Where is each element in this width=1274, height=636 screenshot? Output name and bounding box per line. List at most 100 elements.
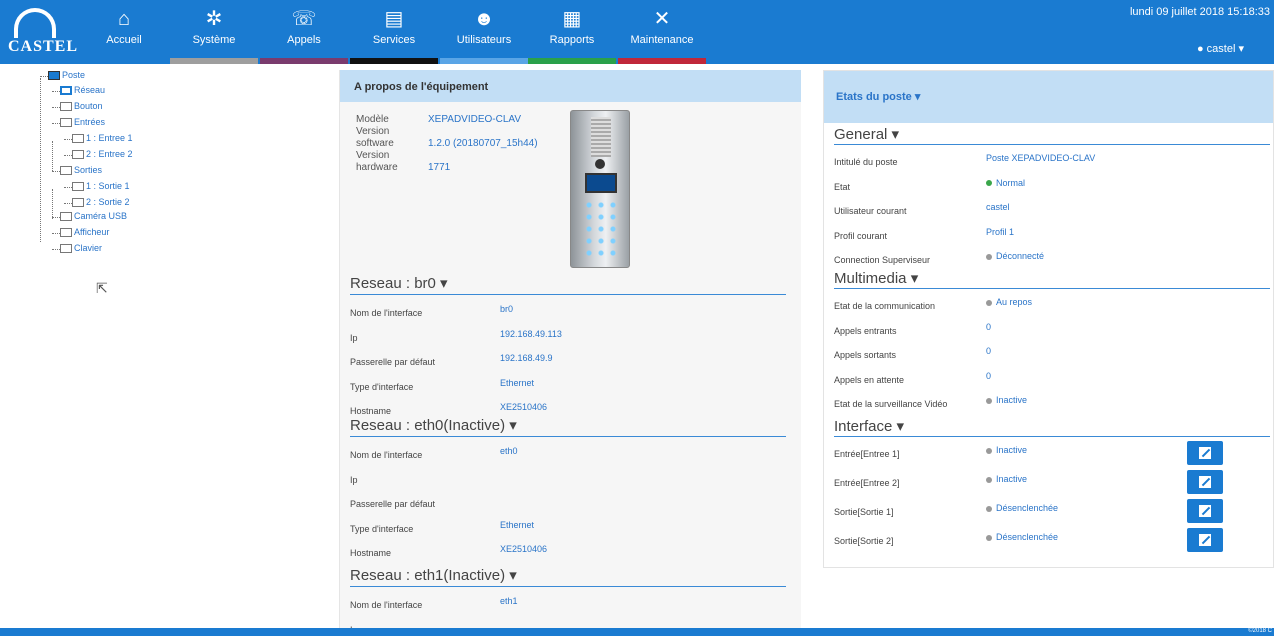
tree-item[interactable]: Afficheur <box>60 227 110 238</box>
row-value: Poste XEPADVIDEO-CLAV <box>986 153 1095 163</box>
row-label: Type d'interface <box>350 523 414 534</box>
etats-section-2-title[interactable]: Interface ▾ <box>834 417 1270 437</box>
tree-item[interactable]: Réseau <box>60 85 106 96</box>
tree-item[interactable]: Entrées <box>60 117 106 128</box>
row-value: 0 <box>986 346 991 356</box>
row-label: Utilisateur courant <box>834 206 907 216</box>
info-row: Version software 1.2.0 (20180707_15h44) <box>356 126 538 150</box>
status-dot <box>986 253 992 260</box>
nav-label: Appels <box>287 34 321 46</box>
row-label: Ip <box>350 332 358 343</box>
tree-item-label: Caméra USB <box>74 211 128 221</box>
monitor-icon <box>48 71 60 81</box>
row-label: Appels en attente <box>834 374 905 385</box>
row-label: Intitulé du poste <box>834 157 898 167</box>
row-value: Désenclenchée <box>986 532 1058 542</box>
section-title-text: Interface <box>834 418 893 435</box>
device-image <box>570 110 630 268</box>
nav-label: Maintenance <box>630 34 694 46</box>
row-value: eth1 <box>500 596 518 606</box>
tree-item-label: Entrées <box>74 117 106 127</box>
nav-document[interactable]: ▤ Services <box>350 0 438 64</box>
nav-home[interactable]: ⌂ Accueil <box>80 0 168 64</box>
status-dot <box>986 397 992 404</box>
inputs-icon <box>60 118 72 128</box>
section-title-text: Reseau : eth0(Inactive) <box>350 417 506 434</box>
castel-logo[interactable]: CASTEL <box>6 4 77 60</box>
row-value-text: castel <box>986 202 1010 212</box>
tree-item-label: Réseau <box>74 85 106 95</box>
section-title-text: Reseau : br0 <box>350 275 436 292</box>
nav-tools[interactable]: ✕ Maintenance <box>618 0 706 64</box>
tree-branch <box>40 76 48 77</box>
document-icon: ▤ <box>384 8 404 30</box>
row-value: Déconnecté <box>986 251 1044 261</box>
output-icon <box>72 182 84 192</box>
tree-branch <box>52 107 60 108</box>
tree-item[interactable]: Bouton <box>60 101 103 112</box>
status-dot <box>986 447 992 454</box>
row-value: 192.168.49.113 <box>500 328 562 339</box>
tree-item-label: Clavier <box>74 243 103 253</box>
input-icon <box>72 134 84 144</box>
tree-item-label: 2 : Sortie 2 <box>86 197 130 207</box>
users-icon: ☻ <box>473 8 495 30</box>
tree-item-label: Sorties <box>74 165 103 175</box>
status-dot <box>986 534 992 541</box>
caret-down-icon: ▾ <box>505 417 517 434</box>
etats-panel: Etats du poste ▾ General ▾ Intitulé du po… <box>823 70 1274 568</box>
section-2-title[interactable]: Reseau : eth1(Inactive) ▾ <box>350 566 786 587</box>
row-value: Inactive <box>986 395 1027 405</box>
row-value-text: Désenclenchée <box>996 532 1059 542</box>
status-dot <box>986 180 992 187</box>
tree-item[interactable]: Sorties <box>60 165 103 176</box>
section-1-title[interactable]: Reseau : eth0(Inactive) ▾ <box>350 416 786 437</box>
tree-item-label: Afficheur <box>74 227 110 237</box>
nav-label: Rapports <box>549 34 595 46</box>
row-value: Ethernet <box>500 377 535 388</box>
tree-item[interactable]: Clavier <box>60 243 103 254</box>
tree-branch <box>52 171 60 172</box>
tree-item[interactable]: Caméra USB <box>60 211 128 222</box>
info-row: Modèle XEPADVIDEO-CLAV <box>356 114 538 126</box>
nav-users[interactable]: ☻ Utilisateurs <box>440 0 528 64</box>
row-value: eth0 <box>500 446 518 456</box>
row-label: Hostname <box>350 548 392 558</box>
row-label: Etat de la communication <box>834 301 936 311</box>
tree-item[interactable]: 2 : Sortie 2 <box>72 197 130 208</box>
row-label: Sortie[Sortie 1] <box>834 507 894 517</box>
caret-down-icon: ▾ <box>887 126 900 143</box>
tree-branch <box>52 249 60 250</box>
row-value-text: Poste XEPADVIDEO-CLAV <box>986 153 1096 163</box>
nav-report[interactable]: ▦ Rapports <box>528 0 616 64</box>
section-0-title[interactable]: Reseau : br0 ▾ <box>350 274 786 295</box>
etats-section-1-title[interactable]: Multimedia ▾ <box>834 269 1270 289</box>
edit-button[interactable] <box>1187 499 1223 523</box>
about-panel: A propos de l'équipement Modèle XEPADVIDE… <box>339 70 801 635</box>
nav-phone[interactable]: ☏ Appels <box>260 0 348 64</box>
logo-text: CASTEL <box>8 38 79 55</box>
status-dot <box>986 505 992 512</box>
tree-item[interactable]: Poste <box>48 70 86 81</box>
edit-button[interactable] <box>1187 441 1223 465</box>
tree-item[interactable]: 1 : Entree 1 <box>72 133 133 144</box>
nav-color-bar <box>440 58 528 64</box>
tree-item[interactable]: 2 : Entree 2 <box>72 149 133 160</box>
row-label: Entrée[Entree 2] <box>834 478 900 488</box>
info-value: 1771 <box>428 162 451 173</box>
user-menu[interactable]: ● castel ▾ <box>1197 42 1244 55</box>
about-panel-title: A propos de l'équipement <box>340 70 801 102</box>
user-name: castel <box>1206 43 1236 55</box>
nav-gears[interactable]: ✲ Système <box>170 0 258 64</box>
etats-panel-header[interactable]: Etats du poste ▾ <box>824 71 1273 123</box>
row-label: Nom de l'interface <box>350 308 423 318</box>
row-value: 192.168.49.9 <box>500 353 553 363</box>
tree-item[interactable]: 1 : Sortie 1 <box>72 181 130 192</box>
row-label: Appels entrants <box>834 325 897 336</box>
caret-down-icon: ▾ <box>914 91 921 103</box>
edit-button[interactable] <box>1187 528 1223 552</box>
edit-button[interactable] <box>1187 470 1223 494</box>
etats-section-0-title[interactable]: General ▾ <box>834 125 1270 145</box>
tree-item-label: Poste <box>62 70 86 80</box>
input-icon <box>72 150 84 160</box>
